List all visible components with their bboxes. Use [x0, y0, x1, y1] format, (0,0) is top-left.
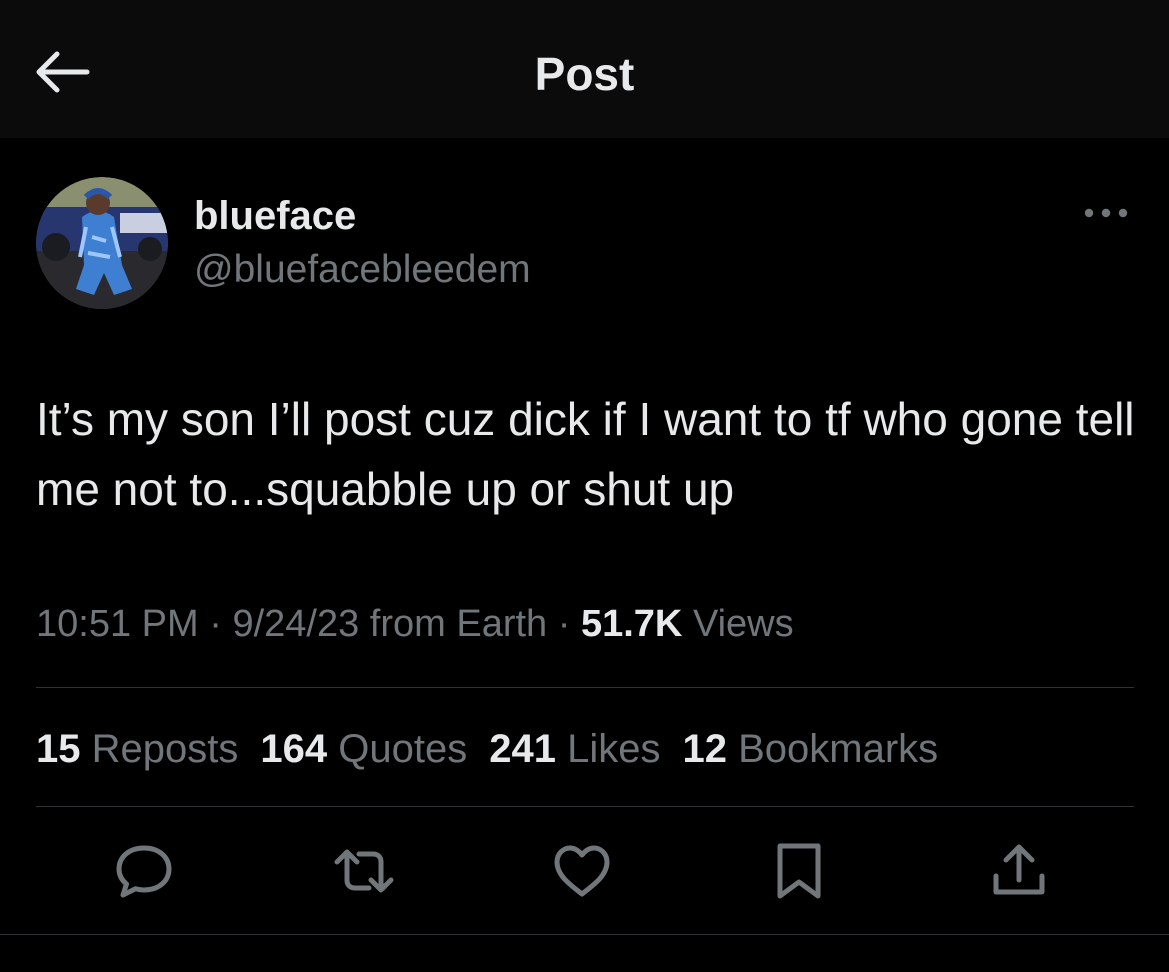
likes-count: 241 [489, 727, 556, 771]
repost-icon [331, 840, 397, 907]
share-icon [989, 840, 1049, 907]
post-source: from Earth [369, 603, 548, 645]
reply-icon [113, 840, 175, 907]
post-date[interactable]: 9/24/23 [232, 603, 359, 645]
bookmark-icon [774, 840, 824, 907]
post-text: It’s my son I’ll post cuz dick if I want… [36, 393, 1135, 515]
reposts-count: 15 [36, 727, 81, 771]
stat-bookmarks[interactable]: 12 Bookmarks [682, 722, 938, 776]
share-button[interactable] [984, 838, 1054, 908]
engagement-stats: 15 Reposts 164 Quotes 241 Likes 12 Bookm… [36, 722, 960, 776]
bookmarks-label: Bookmarks [738, 727, 939, 771]
views-count[interactable]: 51.7K [581, 603, 682, 645]
divider [36, 806, 1134, 807]
divider [0, 934, 1169, 935]
stat-reposts[interactable]: 15 Reposts [36, 722, 238, 776]
post-meta: 10:51 PM · 9/24/23 from Earth · 51.7K Vi… [36, 598, 794, 650]
repost-button[interactable] [329, 838, 399, 908]
meta-separator: · [209, 603, 222, 645]
author-display-name[interactable]: blueface [194, 190, 356, 242]
reply-button[interactable] [109, 838, 179, 908]
avatar[interactable] [36, 177, 168, 309]
stat-likes[interactable]: 241 Likes [489, 722, 660, 776]
quotes-label: Quotes [338, 727, 468, 771]
more-horizontal-icon [1084, 205, 1128, 223]
post-time[interactable]: 10:51 PM [36, 603, 199, 645]
top-bar: Post [0, 0, 1169, 138]
page-title: Post [534, 48, 635, 100]
views-label: Views [692, 603, 794, 645]
bookmarks-count: 12 [682, 727, 727, 771]
bookmark-button[interactable] [764, 838, 834, 908]
reposts-label: Reposts [91, 727, 239, 771]
likes-label: Likes [567, 727, 661, 771]
meta-separator: · [557, 603, 571, 645]
like-button[interactable] [547, 838, 617, 908]
author-handle[interactable]: @bluefacebleedem [194, 244, 531, 296]
quotes-count: 164 [260, 727, 328, 771]
stat-quotes[interactable]: 164 Quotes [260, 722, 467, 776]
divider [36, 687, 1134, 688]
like-icon [551, 840, 613, 907]
more-options-button[interactable] [1076, 198, 1136, 230]
